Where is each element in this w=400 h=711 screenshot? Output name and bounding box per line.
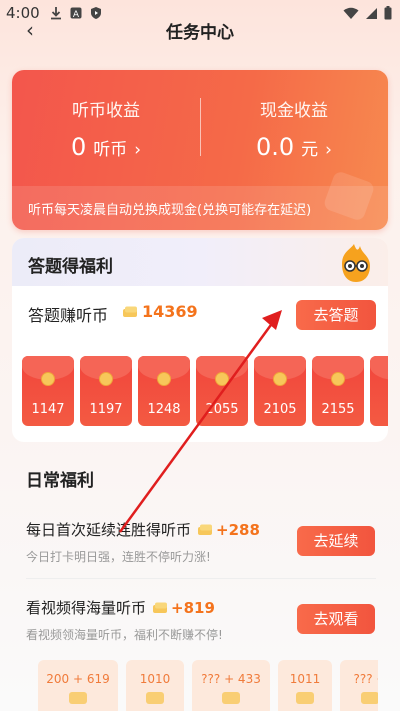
tile-label: ??? + 433 <box>201 672 261 686</box>
mascot-icon <box>342 244 370 282</box>
listen-coin-earnings[interactable]: 听币收益 0 听币 › <box>12 96 200 161</box>
red-envelope[interactable]: 2055 <box>196 356 248 426</box>
coin-seal-icon <box>41 372 55 386</box>
envelope-value: 1147 <box>31 402 65 417</box>
coin-seal-icon <box>99 372 113 386</box>
coin-icon <box>146 692 164 704</box>
coin-stack-icon <box>198 524 213 535</box>
coin-stack-icon <box>153 602 168 613</box>
envelope-value: 22 <box>370 402 389 417</box>
chevron-right-icon: › <box>134 140 142 160</box>
red-envelope[interactable]: 1197 <box>80 356 132 426</box>
video-reward-tiles: 200 + 619 1010 ??? + 433 1011 ??? + <box>38 660 378 711</box>
quiz-header: 答题得福利 <box>12 238 388 286</box>
red-envelope[interactable]: 1147 <box>22 356 74 426</box>
earnings-card: 听币收益 0 听币 › 现金收益 0.0 元 › 听币每天凌晨自动兑换成现金(兑… <box>12 70 388 230</box>
coin-seal-icon <box>157 372 171 386</box>
reward-tile[interactable]: 1011 <box>278 660 332 711</box>
reward-tile[interactable]: 200 + 619 <box>38 660 118 711</box>
listen-coin-unit: 听币 <box>93 140 128 160</box>
envelope-value: 2105 <box>263 402 297 417</box>
listen-coin-value: 0 <box>70 133 87 161</box>
task-name: 每日首次延续连胜得听币 <box>26 521 192 539</box>
listen-coin-label: 听币收益 <box>72 101 140 121</box>
coin-icon <box>69 692 87 704</box>
coin-seal-icon <box>331 372 345 386</box>
cash-label: 现金收益 <box>260 101 328 121</box>
task-reward-value: +819 <box>171 598 215 617</box>
coin-stack-icon <box>123 306 137 317</box>
task-name: 看视频得海量听币 <box>26 599 147 617</box>
envelope-value: 1197 <box>89 402 123 417</box>
red-envelope[interactable]: 1248 <box>138 356 190 426</box>
envelope-value: 2055 <box>205 402 239 417</box>
reward-tile[interactable]: ??? + <box>340 660 378 711</box>
coin-seal-icon <box>215 372 229 386</box>
exchange-note: 听币每天凌晨自动兑换成现金(兑换可能存在延迟) <box>12 186 388 230</box>
task-reward: +288 <box>197 521 260 539</box>
envelope-value: 2155 <box>321 402 355 417</box>
reward-tile[interactable]: ??? + 433 <box>192 660 270 711</box>
task-reward-value: +288 <box>216 520 260 539</box>
page-title: 任务中心 <box>166 23 234 43</box>
envelope-value: 1248 <box>147 402 181 417</box>
quiz-coin-count: 14369 <box>122 302 198 321</box>
red-envelope[interactable]: 22 <box>370 356 388 426</box>
tile-label: 200 + 619 <box>46 672 110 686</box>
task-divider <box>26 578 376 579</box>
quiz-earn-label: 答题赚听币 <box>28 306 109 325</box>
tile-label: 1010 <box>139 672 171 686</box>
red-envelope[interactable]: 2155 <box>312 356 364 426</box>
quiz-coins-value: 14369 <box>142 302 198 321</box>
task-reward: +819 <box>152 599 215 617</box>
coin-icon <box>222 692 240 704</box>
red-envelope[interactable]: 2105 <box>254 356 306 426</box>
cash-earnings[interactable]: 现金收益 0.0 元 › <box>200 96 388 161</box>
cash-unit: 元 <box>301 140 319 160</box>
chevron-right-icon: › <box>325 140 332 160</box>
coin-seal-icon <box>273 372 287 386</box>
reward-tile[interactable]: 1010 <box>126 660 184 711</box>
tile-label: 1011 <box>289 672 321 686</box>
red-envelope-row[interactable]: 1147 1197 1248 2055 2105 2155 22 <box>22 356 388 426</box>
continue-streak-button[interactable]: 去延续 <box>297 526 375 556</box>
tile-label: ??? + <box>353 672 379 686</box>
coin-icon <box>296 692 314 704</box>
cash-value: 0.0 <box>256 133 295 161</box>
daily-welfare-title: 日常福利 <box>26 471 94 491</box>
go-quiz-button[interactable]: 去答题 <box>296 300 376 330</box>
coin-icon <box>361 692 378 704</box>
quiz-card: 答题得福利 答题赚听币 14369 去答题 1147 1197 1248 205… <box>12 238 388 442</box>
quiz-title: 答题得福利 <box>28 257 113 277</box>
watch-video-button[interactable]: 去观看 <box>297 604 375 634</box>
